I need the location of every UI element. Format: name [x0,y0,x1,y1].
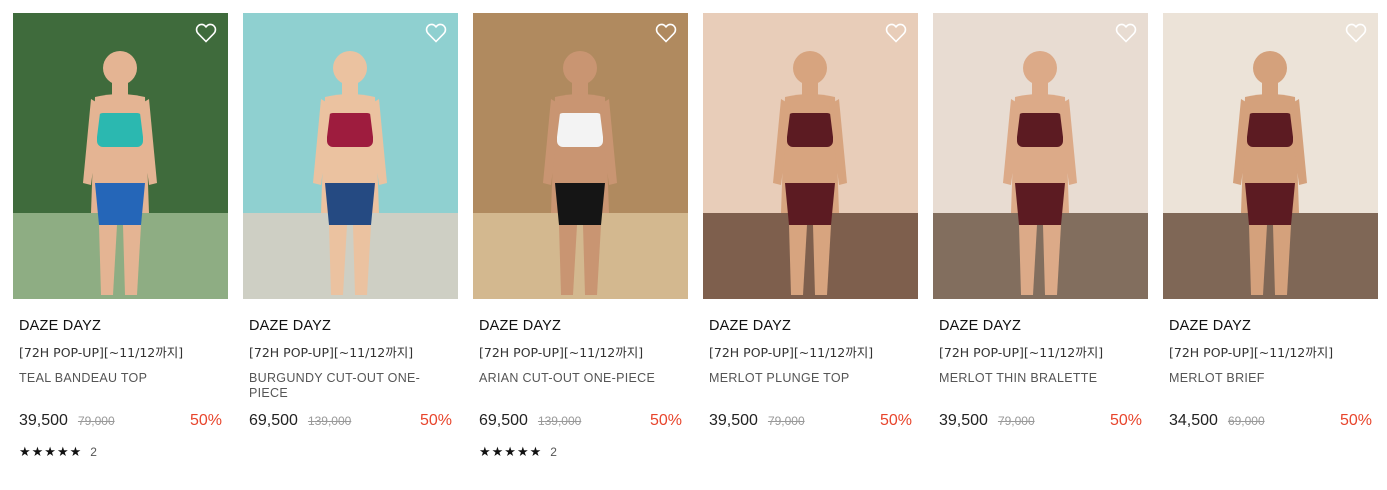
sale-price: 39,500 [939,412,988,429]
heart-icon[interactable] [424,21,448,45]
product-image[interactable] [473,13,688,299]
product-card[interactable]: DAZE DAYZ [72H POP-UP][~11/12까지] ARIAN C… [473,13,688,459]
product-event-tag: [72H POP-UP][~11/12까지] [1169,345,1334,360]
product-card[interactable]: DAZE DAYZ [72H POP-UP][~11/12까지] MERLOT … [1163,13,1378,429]
product-card[interactable]: DAZE DAYZ [72H POP-UP][~11/12까지] BURGUND… [243,13,458,429]
discount-rate: 50% [1109,412,1142,429]
product-name[interactable]: MERLOT THIN BRALETTE [939,371,1142,386]
sale-price: 39,500 [19,412,68,429]
discount-rate: 50% [1339,412,1372,429]
rating: ★★★★★ 2 [479,444,557,460]
original-price: 79,000 [997,414,1035,428]
product-image[interactable] [243,13,458,299]
original-price: 139,000 [537,414,582,428]
price-row: 69,500 139,000 50% [249,412,452,434]
product-event-tag: [72H POP-UP][~11/12까지] [939,345,1104,360]
product-name[interactable]: BURGUNDY CUT-OUT ONE-PIECE [249,371,452,401]
sale-price: 39,500 [709,412,758,429]
product-photo [933,13,1148,299]
sale-price: 34,500 [1169,412,1218,429]
product-brand[interactable]: DAZE DAYZ [249,317,452,335]
original-price: 69,000 [1227,414,1265,428]
product-image[interactable] [703,13,918,299]
product-name[interactable]: ARIAN CUT-OUT ONE-PIECE [479,371,682,386]
discount-rate: 50% [419,412,452,429]
star-rating-icon: ★★★★★ [19,444,83,459]
product-card[interactable]: DAZE DAYZ [72H POP-UP][~11/12까지] MERLOT … [933,13,1148,429]
product-event-tag: [72H POP-UP][~11/12까지] [479,345,644,360]
product-photo [473,13,688,299]
star-rating-icon: ★★★★★ [479,444,543,459]
product-event-tag: [72H POP-UP][~11/12까지] [249,345,414,360]
sale-price: 69,500 [249,412,298,429]
product-brand[interactable]: DAZE DAYZ [479,317,682,335]
product-event-tag: [72H POP-UP][~11/12까지] [709,345,874,360]
product-brand[interactable]: DAZE DAYZ [939,317,1142,335]
product-image[interactable] [933,13,1148,299]
product-name[interactable]: MERLOT BRIEF [1169,371,1372,386]
heart-icon[interactable] [884,21,908,45]
product-name[interactable]: MERLOT PLUNGE TOP [709,371,912,386]
heart-icon[interactable] [1344,21,1368,45]
price-row: 39,500 79,000 50% [939,412,1142,434]
discount-rate: 50% [649,412,682,429]
product-brand[interactable]: DAZE DAYZ [1169,317,1372,335]
product-image[interactable] [13,13,228,299]
heart-icon[interactable] [194,21,218,45]
product-photo [243,13,458,299]
original-price: 79,000 [767,414,805,428]
discount-rate: 50% [189,412,222,429]
product-image[interactable] [1163,13,1378,299]
rating: ★★★★★ 2 [19,444,97,460]
original-price: 139,000 [307,414,352,428]
product-card[interactable]: DAZE DAYZ [72H POP-UP][~11/12까지] TEAL BA… [13,13,228,459]
product-brand[interactable]: DAZE DAYZ [19,317,222,335]
price-row: 69,500 139,000 50% [479,412,682,434]
product-brand[interactable]: DAZE DAYZ [709,317,912,335]
product-photo [703,13,918,299]
product-photo [13,13,228,299]
heart-icon[interactable] [1114,21,1138,45]
product-name[interactable]: TEAL BANDEAU TOP [19,371,222,386]
product-card[interactable]: DAZE DAYZ [72H POP-UP][~11/12까지] MERLOT … [703,13,918,429]
product-grid: DAZE DAYZ [72H POP-UP][~11/12까지] TEAL BA… [13,13,1378,459]
price-row: 39,500 79,000 50% [19,412,222,434]
sale-price: 69,500 [479,412,528,429]
price-row: 34,500 69,000 50% [1169,412,1372,434]
heart-icon[interactable] [654,21,678,45]
product-photo [1163,13,1378,299]
original-price: 79,000 [77,414,115,428]
product-event-tag: [72H POP-UP][~11/12까지] [19,345,184,360]
review-count: 2 [90,445,97,459]
price-row: 39,500 79,000 50% [709,412,912,434]
review-count: 2 [550,445,557,459]
discount-rate: 50% [879,412,912,429]
